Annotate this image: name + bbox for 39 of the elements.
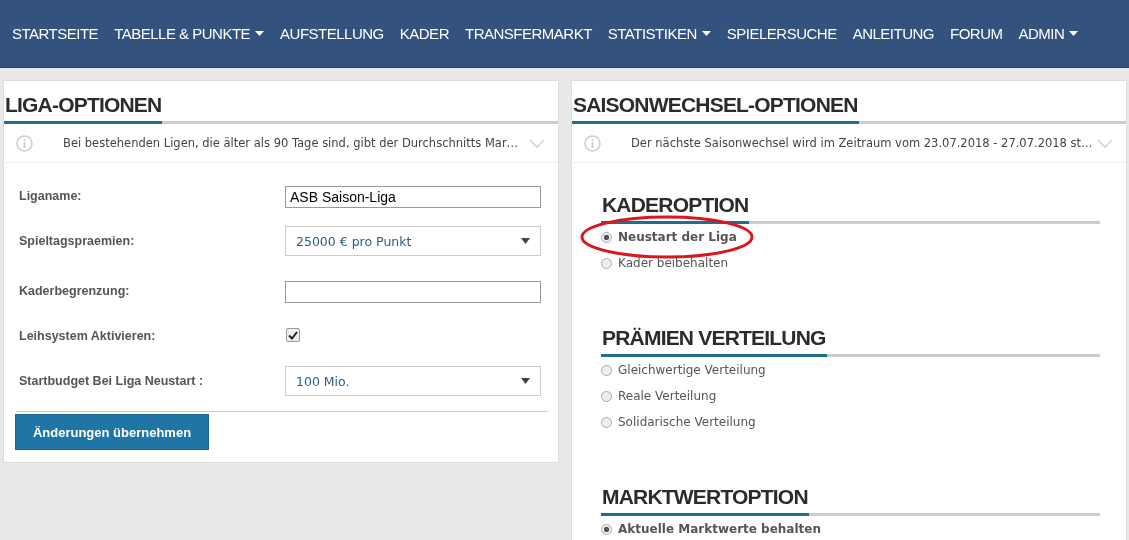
radio-option[interactable]: Aktuelle Marktwerte behalten: [601, 516, 821, 540]
nav-link[interactable]: AUFSTELLUNG: [280, 25, 384, 42]
nav-link[interactable]: STATISTIKEN: [607, 25, 711, 42]
nav-link[interactable]: ANLEITUNG: [852, 25, 934, 42]
nav-link[interactable]: TRANSFERMARKT: [464, 25, 592, 42]
field-label: Spieltagspraemien:: [19, 233, 136, 248]
select-dropdown[interactable]: 25000 € pro Punkt: [285, 226, 541, 256]
section-heading: MARKTWERTOPTION: [601, 485, 809, 516]
input-field[interactable]: ASB Saison-Liga: [285, 186, 541, 208]
field-label: Startbudget Bei Liga Neustart :: [19, 373, 205, 388]
section-heading: KADEROPTION: [601, 193, 750, 224]
select-dropdown[interactable]: 100 Mio.: [285, 366, 541, 396]
nav-link[interactable]: FORUM: [950, 25, 1003, 42]
nav-link[interactable]: TABELLE & PUNKTE: [114, 25, 265, 42]
info-icon: [16, 134, 33, 152]
input-field[interactable]: [285, 281, 541, 303]
radio-option[interactable]: Gleichwertige Verteilung: [601, 357, 766, 383]
field-label: Liganame:: [19, 188, 83, 203]
nav-link[interactable]: STARTSEITE: [12, 25, 99, 42]
section-heading: SAISONWECHSEL-OPTIONEN: [572, 93, 859, 124]
radio-option[interactable]: Kader beibehalten: [601, 250, 729, 276]
chevron-down-icon: [1097, 138, 1113, 148]
radio-option[interactable]: Solidarische Verteilung: [601, 409, 756, 435]
radio-option[interactable]: Reale Verteilung: [601, 383, 717, 409]
caret-icon: [521, 378, 530, 384]
section-heading: LIGA-OPTIONEN: [4, 93, 163, 124]
field-label: Kaderbegrenzung:: [19, 283, 131, 298]
info-icon: [584, 134, 601, 152]
section-heading: PRÄMIEN VERTEILUNG: [601, 326, 827, 357]
caret-icon: [521, 238, 530, 244]
field-label: Leihsystem Aktivieren:: [19, 328, 157, 343]
nav-link[interactable]: ADMIN: [1018, 25, 1079, 42]
submit-button[interactable]: Änderungen übernehmen: [15, 414, 209, 450]
checkbox[interactable]: [286, 328, 300, 342]
nav-link[interactable]: KADER: [399, 25, 449, 42]
nav-link[interactable]: SPIELERSUCHE: [726, 25, 837, 42]
chevron-down-icon: [529, 138, 545, 148]
info-text: Der nächste Saisonwechsel wird im Zeitraum vom 23.07.2018 - 27.07.2018 st…: [631, 136, 1094, 150]
info-text: Bei bestehenden Ligen, die älter als 90 Tage sind, gibt der Durchschnitts Mar…: [63, 136, 520, 150]
